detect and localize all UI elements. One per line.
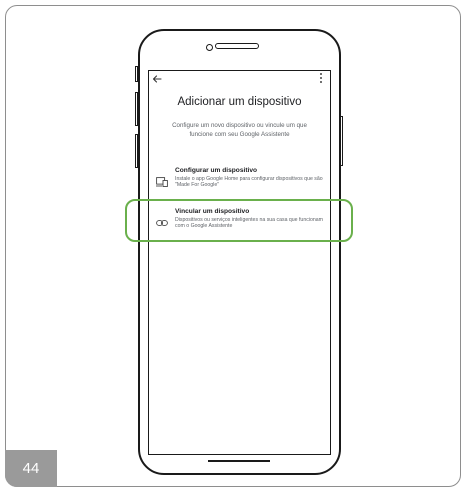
volume-button-middle: [135, 92, 138, 126]
page-subtitle: Configure um novo dispositivo ou vincule…: [172, 122, 307, 138]
home-indicator: [208, 460, 270, 462]
speaker-grille: [215, 43, 259, 49]
option-label: Configurar um dispositivo: [175, 167, 258, 174]
more-vert-icon[interactable]: [318, 72, 324, 84]
page-number: 44: [5, 450, 57, 487]
device-setup-icon: [156, 174, 168, 187]
option-configure-device[interactable]: Configurar um dispositivo Instale o app …: [152, 167, 328, 195]
back-arrow-icon[interactable]: [152, 74, 164, 84]
highlight-outline: [125, 199, 353, 242]
power-button: [340, 116, 343, 166]
volume-button-upper: [135, 66, 138, 82]
option-description: Instale o app Google Home para configura…: [175, 176, 323, 189]
volume-button-lower: [135, 134, 138, 168]
camera-icon: [206, 44, 213, 51]
page-title: Adicionar um dispositivo: [177, 96, 302, 108]
